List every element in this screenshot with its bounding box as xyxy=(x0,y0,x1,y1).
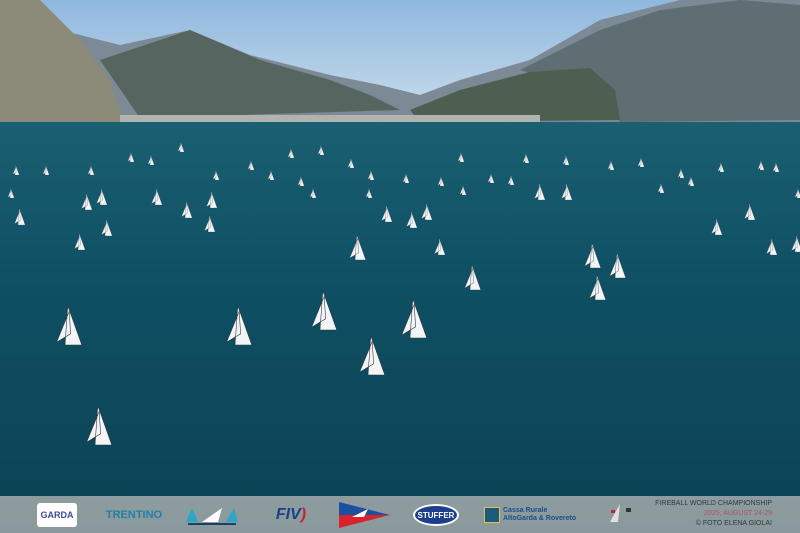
lake xyxy=(0,122,800,502)
event-title: FIREBALL WORLD CHAMPIONSHIP xyxy=(655,500,772,507)
sponsor-bar: GARDA TRENTINO FIV) STUFFER Cassa Rurale… xyxy=(0,496,800,533)
trentino-logo: TRENTINO xyxy=(105,508,163,521)
sailing-club-logo xyxy=(184,500,240,529)
event-dates: 2025, AUGUST 24-29 xyxy=(704,510,772,517)
fiv-logo: FIV) xyxy=(275,505,307,523)
garda-logo: GARDA xyxy=(37,503,77,527)
regatta-photo xyxy=(0,0,800,502)
photo-credit: © FOTO ELENA GIOLAI xyxy=(695,520,772,527)
fireball-class-logo xyxy=(603,500,639,529)
cassa-rurale-logo: Cassa Rurale AltoGarda & Rovereto xyxy=(484,500,582,529)
cassa-line-2: AltoGarda & Rovereto xyxy=(503,514,577,522)
club-flag-logo xyxy=(338,500,392,529)
stuffer-logo: STUFFER xyxy=(413,504,459,526)
event-credits: FIREBALL WORLD CHAMPIONSHIP 2025, AUGUST… xyxy=(655,499,772,529)
fiv-text: FIV xyxy=(275,505,301,523)
shore-town xyxy=(120,115,540,123)
cassa-line-1: Cassa Rurale xyxy=(503,506,548,514)
cassa-rurale-emblem xyxy=(484,506,500,523)
